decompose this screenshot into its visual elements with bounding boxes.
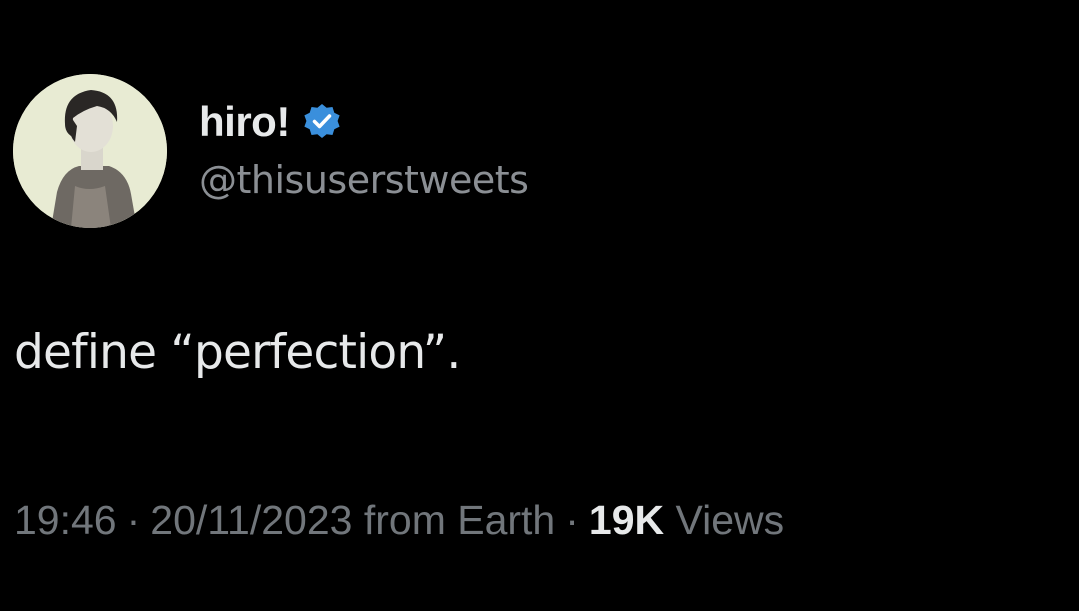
user-handle[interactable]: @thisuserstweets (199, 158, 529, 202)
views-count[interactable]: 19K (589, 497, 664, 543)
verified-badge-icon (302, 102, 342, 142)
tweet-date[interactable]: 20/11/2023 (150, 497, 352, 543)
tweet-time[interactable]: 19:46 (14, 497, 117, 543)
tweet-source: from Earth (363, 497, 556, 543)
separator: · (126, 497, 141, 543)
author-name-row: hiro! (199, 96, 342, 148)
tweet-meta: 19:46 · 20/11/2023 from Earth · 19K Views (14, 497, 784, 544)
tweet-card: hiro! @thisuserstweets define “perfectio… (0, 0, 1079, 611)
tweet-text: define “perfection”. (14, 325, 461, 380)
display-name[interactable]: hiro! (199, 98, 290, 146)
avatar-illustration (13, 74, 167, 228)
separator: · (565, 497, 579, 543)
avatar[interactable] (13, 74, 167, 228)
views-label: Views (675, 497, 785, 543)
